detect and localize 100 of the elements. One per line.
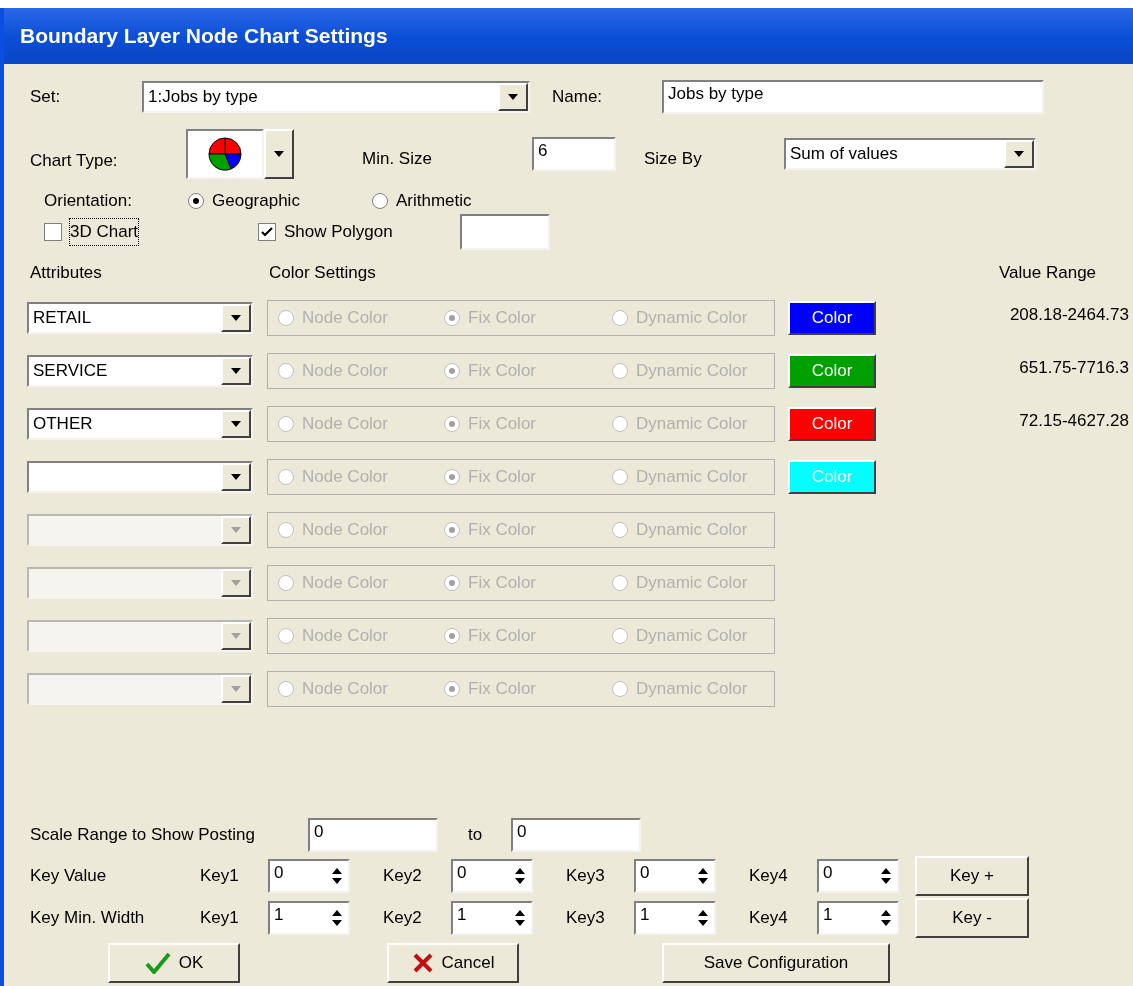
name-label: Name:	[552, 86, 604, 109]
caret-icon	[231, 580, 241, 586]
column-header: Color Settings	[269, 262, 377, 285]
radio-button[interactable]	[612, 310, 628, 326]
key-label: Key3	[566, 865, 606, 888]
radio-button[interactable]	[612, 416, 628, 432]
radio-label: Node Color	[302, 678, 388, 701]
radio-label: Geographic	[212, 190, 300, 213]
checkbox-label: Show Polygon	[284, 221, 393, 244]
radio-button[interactable]	[612, 469, 628, 485]
dropdown-field[interactable]	[27, 461, 253, 493]
orientation-label: Orientation:	[44, 190, 133, 213]
checkmark-icon	[144, 952, 171, 974]
radio-label: Dynamic Color	[636, 625, 748, 648]
chart-type-picker[interactable]	[186, 129, 294, 179]
spin-field[interactable]: 1	[268, 901, 350, 935]
key-button[interactable]: Key +	[915, 856, 1029, 896]
checkbox[interactable]	[44, 223, 62, 241]
caret-icon	[231, 633, 241, 639]
radio-label: Node Color	[302, 413, 388, 436]
color-button[interactable]: Color	[788, 301, 876, 335]
caret-icon	[1014, 151, 1024, 157]
spin-field[interactable]: 1	[451, 901, 533, 935]
radio-button[interactable]	[188, 193, 204, 209]
min-size-label: Min. Size	[362, 148, 433, 171]
checkbox-label: 3D Chart	[70, 219, 139, 245]
radio-label: Node Color	[302, 466, 388, 489]
caret-icon	[231, 368, 241, 374]
radio-label: Node Color	[302, 572, 388, 595]
radio-button[interactable]	[278, 310, 294, 326]
size-by-label: Size By	[644, 148, 703, 171]
radio-label: Fix Color	[468, 413, 536, 436]
scale-from-field[interactable]: 0	[308, 818, 438, 852]
polygon-color-swatch[interactable]	[460, 214, 550, 250]
radio-label: Dynamic Color	[636, 466, 748, 489]
radio-label: Fix Color	[468, 678, 536, 701]
radio-button[interactable]	[444, 363, 460, 379]
spin-field[interactable]: 0	[634, 859, 716, 893]
set-label: Set:	[30, 86, 62, 109]
column-header: Value Range	[999, 262, 1097, 285]
value-range: 72.15-4627.28	[1019, 410, 1129, 433]
radio-button[interactable]	[278, 469, 294, 485]
ok-button[interactable]: OK	[108, 943, 240, 983]
caret-icon	[231, 527, 241, 533]
radio-label: Dynamic Color	[636, 413, 748, 436]
radio-label: Fix Color	[468, 466, 536, 489]
dropdown-field[interactable]: RETAIL	[27, 302, 253, 334]
key-label: Key1	[200, 907, 240, 930]
value-range: 208.18-2464.73	[1009, 304, 1129, 327]
spin-field[interactable]: 1	[634, 901, 716, 935]
radio-button[interactable]	[278, 363, 294, 379]
radio-label: Dynamic Color	[636, 572, 748, 595]
key-label: Key2	[383, 907, 423, 930]
spin-field[interactable]: 0	[817, 859, 899, 893]
spin-field[interactable]: 0	[268, 859, 350, 893]
scale-to-field[interactable]: 0	[511, 818, 641, 852]
radio-label: Fix Color	[468, 307, 536, 330]
chart-type-label: Chart Type:	[30, 150, 119, 173]
dropdown-field[interactable]: 1:Jobs by type	[142, 81, 530, 113]
caret-icon	[231, 315, 241, 321]
radio-label: Node Color	[302, 307, 388, 330]
radio-button[interactable]	[612, 363, 628, 379]
radio-button[interactable]	[444, 469, 460, 485]
window-title: Boundary Layer Node Chart Settings	[20, 23, 388, 50]
caret-icon	[274, 151, 284, 157]
radio-label: Fix Color	[468, 572, 536, 595]
name-field[interactable]: Jobs by type	[662, 80, 1044, 114]
radio-label: Node Color	[302, 519, 388, 542]
radio-label: Node Color	[302, 625, 388, 648]
caret-icon	[231, 686, 241, 692]
dropdown-field[interactable]: Sum of values	[784, 138, 1036, 170]
caret-icon	[508, 94, 518, 100]
column-header: Attributes	[30, 262, 103, 285]
radio-label: Fix Color	[468, 519, 536, 542]
key-row-label: Key Value	[30, 865, 108, 888]
radio-button[interactable]	[372, 193, 388, 209]
x-icon	[411, 952, 434, 974]
key-row-label: Key Min. Width	[30, 907, 146, 930]
radio-label: Fix Color	[468, 360, 536, 383]
spin-field[interactable]: 1	[817, 901, 899, 935]
radio-label: Dynamic Color	[636, 307, 748, 330]
color-button[interactable]: Color	[788, 407, 876, 441]
dropdown-field[interactable]: OTHER	[27, 408, 253, 440]
radio-button[interactable]	[444, 310, 460, 326]
key-label: Key1	[200, 865, 240, 888]
key-label: Key4	[749, 865, 789, 888]
checkbox[interactable]	[258, 223, 276, 241]
radio-label: Fix Color	[468, 625, 536, 648]
radio-label: Dynamic Color	[636, 519, 748, 542]
spin-field[interactable]: 0	[451, 859, 533, 893]
radio-label: Arithmetic	[396, 190, 472, 213]
dropdown-field[interactable]: SERVICE	[27, 355, 253, 387]
key-button[interactable]: Key -	[915, 898, 1029, 938]
caret-icon	[231, 474, 241, 480]
cancel-button[interactable]: Cancel	[387, 943, 519, 983]
radio-button[interactable]	[444, 416, 460, 432]
radio-button[interactable]	[278, 416, 294, 432]
value-range: 651.75-7716.3	[1019, 357, 1129, 380]
save-configuration-button[interactable]: Save Configuration	[662, 943, 890, 983]
min-size-field[interactable]: 6	[532, 137, 616, 171]
